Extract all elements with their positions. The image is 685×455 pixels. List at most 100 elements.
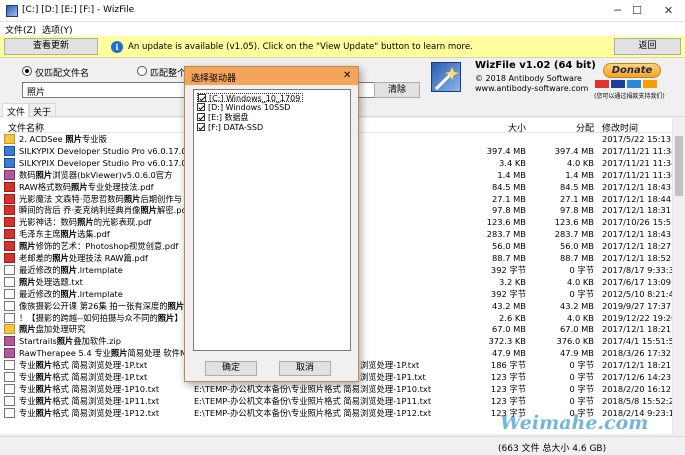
file-name-match: 照片 [123, 193, 141, 204]
file-name-prefix: 光影神话：数码 [19, 217, 78, 228]
file-size: 56.0 MB [492, 241, 526, 252]
file-size: 2.6 KB [499, 312, 526, 323]
scrollbar-thumb[interactable] [675, 136, 683, 196]
file-size: 3.2 KB [499, 276, 526, 287]
file-name-match: 照片 [110, 348, 128, 359]
file-name-match: 照片 [35, 169, 53, 180]
dialog-ok-button[interactable]: 确定 [205, 361, 257, 376]
file-name-prefix: 专业 [19, 372, 36, 382]
drive-checkbox[interactable] [197, 123, 205, 131]
zip-icon [4, 169, 15, 180]
file-name-prefix: ！【摄影的跨越--如何拍摄与众不同的 [19, 312, 158, 323]
drive-checkbox[interactable] [197, 113, 205, 121]
file-alloc: 4.0 KB [567, 276, 594, 287]
drive-checkbox[interactable] [197, 103, 205, 111]
file-size: 47.9 MB [492, 348, 526, 359]
file-size: 43.2 MB [492, 300, 526, 311]
column-header-size[interactable]: 大小 [508, 121, 526, 134]
file-size: 123 字节 [490, 383, 526, 394]
file-name: 专业照片格式 简易浏览处理-1P10.txt [19, 384, 159, 396]
tab-about[interactable]: 关于 [28, 103, 57, 118]
file-size: 392 字节 [490, 264, 526, 275]
drive-item-e[interactable]: [E:] 数据盘 [197, 113, 249, 122]
payment-cards-icon [595, 80, 667, 88]
file-name-match: 照片 [157, 312, 175, 323]
file-name-match: 照片 [35, 395, 53, 406]
vertical-scrollbar[interactable] [672, 118, 685, 434]
file-name-match: 照片 [19, 241, 36, 252]
file-size: 392 字节 [490, 288, 526, 299]
table-row[interactable]: 专业照片格式 简易浏览处理-1P10.txt E:\TEMP-办公机文本备份\专业… [0, 383, 684, 396]
column-header-name[interactable]: 文件名称 [8, 121, 44, 134]
file-name-suffix: 格式 简易浏览处理-1P12.txt [52, 407, 160, 418]
drive-item-f[interactable]: [F:] DATA-SSD [197, 123, 263, 132]
file-icon [4, 395, 15, 406]
radio-full-path-label: 匹配整个 [150, 69, 187, 79]
file-name-prefix: 数码 [19, 169, 36, 180]
file-name-match: 照片 [52, 253, 69, 263]
file-alloc: 97.8 MB [560, 205, 594, 216]
file-name-prefix: 专业 [19, 395, 36, 406]
file-name: 2. ACDSee 照片专业版 [19, 134, 107, 146]
file-alloc: 0 字节 [569, 395, 594, 406]
table-row[interactable]: 专业照片格式 简易浏览处理-1P11.txt E:\TEMP-办公机文本备份\专业… [0, 395, 679, 408]
file-alloc: 283.7 MB [554, 229, 594, 240]
file-name-suffix: 盘加处理研究 [35, 324, 86, 335]
file-name-suffix: 选集.pdf [77, 229, 110, 240]
clear-button[interactable]: 清除 [374, 82, 420, 98]
file-name-prefix: RawTherapee 5.4 专业 [19, 348, 111, 359]
pdf-icon [4, 193, 15, 204]
file-alloc: 0 字节 [569, 264, 594, 275]
dialog-cancel-button[interactable]: 取消 [279, 361, 331, 376]
file-alloc: 43.2 MB [560, 300, 594, 311]
file-alloc: 67.0 MB [560, 324, 594, 335]
menu-file[interactable]: 文件(Z) [5, 23, 36, 36]
drive-item-c[interactable]: [C:] Windows_10_1709 [197, 93, 304, 103]
file-name-suffix: 叠加软件.zip [73, 336, 122, 347]
file-name-suffix: .lrtemplate [77, 264, 123, 275]
radio-filename-only-label: 仅匹配文件名 [35, 69, 90, 79]
drive-label: [E:] 数据盘 [208, 113, 249, 122]
exe-icon [4, 157, 15, 168]
pdf-icon [4, 253, 15, 263]
file-name: 最近修改的照片.lrtemplate [19, 265, 123, 277]
pdf-icon [4, 229, 15, 240]
back-button[interactable]: 返回 [614, 38, 681, 55]
file-name: 瞬间的背后 乔·麦克纳利经典肖像照片解密.pdf [19, 205, 190, 217]
file-modified: 2017/4/1 15:51:55 [602, 336, 680, 347]
title-bar: [C:] [D:] [E:] [F:] - WizFile ─ ☐ ✕ [0, 0, 685, 22]
menu-options[interactable]: 选项(Y) [42, 23, 73, 36]
file-name: 专业照片格式 简易浏览处理-1P11.txt [19, 396, 159, 408]
drive-item-d[interactable]: [D:] Windows 10SSD [197, 103, 290, 112]
radio-filename-only[interactable] [22, 66, 32, 76]
file-alloc: 56.0 MB [560, 241, 594, 252]
file-name-suffix: 修饰的艺术：Photoshop视觉创意.pdf [35, 241, 179, 252]
file-name: RawTherapee 5.4 专业照片简易处理 软件No1.zip [19, 348, 211, 360]
file-alloc: 4.0 KB [567, 157, 594, 168]
radio-full-path[interactable] [137, 66, 147, 76]
column-header-modified[interactable]: 修改时间 [602, 121, 638, 134]
maximize-button[interactable]: ☐ [617, 0, 657, 22]
search-query: 照片 [27, 88, 46, 98]
drive-list[interactable]: [C:] Windows_10_1709 [D:] Windows 10SSD … [193, 89, 351, 351]
drive-checkbox[interactable] [198, 94, 206, 102]
file-icon [4, 288, 15, 299]
dialog-title-bar: 选择驱动器 ✕ [185, 67, 358, 85]
column-header-alloc[interactable]: 分配 [576, 121, 594, 134]
tab-files[interactable]: 文件 [2, 103, 31, 118]
view-update-button[interactable]: 查看更新 [4, 38, 98, 55]
file-name-prefix: 专业 [19, 383, 36, 394]
file-name-match: 照片 [77, 217, 94, 228]
close-window-button[interactable]: ✕ [652, 0, 685, 22]
donate-button[interactable]: Donate [603, 63, 661, 78]
file-modified: 2017/8/17 9:33:35 [602, 264, 680, 275]
info-icon: i [111, 41, 123, 53]
dialog-close-icon[interactable]: ✕ [343, 70, 351, 81]
file-name-prefix: 最近修改的 [19, 288, 61, 299]
file-name-prefix: 专业 [19, 360, 36, 371]
file-alloc: 27.1 MB [560, 193, 594, 204]
file-name: 照片盘加处理研究 [19, 324, 85, 336]
file-size: 123 字节 [490, 395, 526, 406]
file-name-suffix: 格式 简易浏览处理-1P10.txt [52, 383, 160, 394]
file-icon [4, 276, 15, 287]
